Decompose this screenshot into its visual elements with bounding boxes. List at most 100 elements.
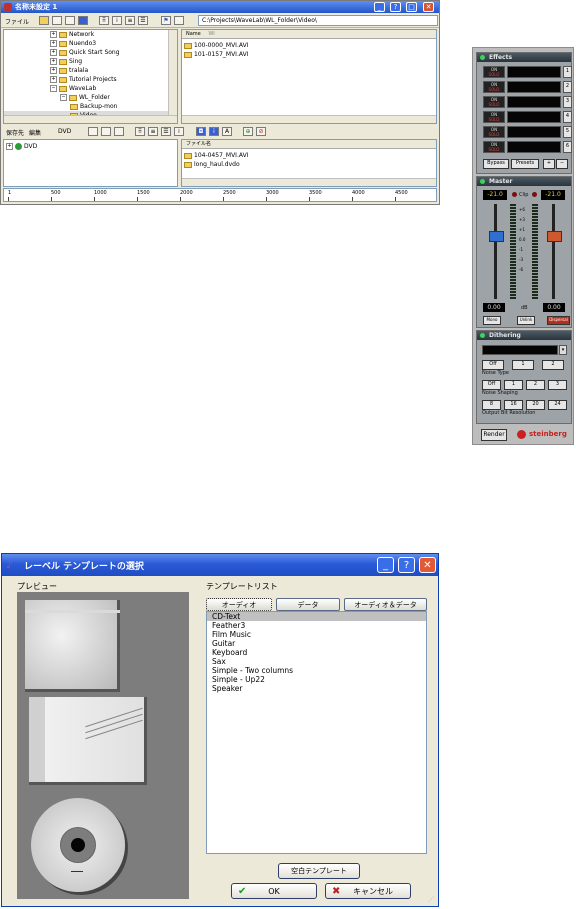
paste-icon[interactable] bbox=[114, 127, 124, 136]
effect-slot[interactable] bbox=[507, 81, 561, 93]
template-list-item[interactable]: Feather3 bbox=[207, 621, 426, 630]
resize-grip-icon[interactable]: ⋰ bbox=[428, 896, 437, 905]
edit-menu[interactable]: 編集 bbox=[29, 128, 41, 137]
effect-slot-number[interactable]: 6 bbox=[563, 141, 572, 153]
effect-on-solo-button[interactable]: ON SOLO bbox=[483, 141, 505, 153]
file-list-scrollbar[interactable] bbox=[182, 115, 436, 123]
dialog-minimize-button[interactable]: _ bbox=[377, 557, 394, 573]
new-document-icon[interactable] bbox=[174, 16, 184, 25]
dispersal-button[interactable]: Dispersal bbox=[547, 316, 570, 325]
mono-button[interactable]: Mono bbox=[483, 316, 501, 325]
effect-on-solo-button[interactable]: ON SOLO bbox=[483, 111, 505, 123]
tab-audio-data[interactable]: オーディオ＆データ bbox=[344, 598, 427, 611]
remove-icon[interactable]: ⊘ bbox=[256, 127, 266, 136]
tab-audio[interactable]: オーディオ bbox=[206, 598, 272, 611]
template-list-item[interactable]: Speaker bbox=[207, 684, 426, 693]
tree-item[interactable]: + Tutorial Projects bbox=[4, 75, 169, 84]
expand-icon[interactable]: − bbox=[60, 94, 67, 101]
master-led[interactable] bbox=[480, 179, 485, 184]
file-row[interactable]: 100-0000_MVI.AVI bbox=[184, 41, 248, 50]
dither-option-button[interactable]: Off bbox=[482, 360, 504, 370]
remove-effect-button[interactable]: − bbox=[556, 159, 568, 169]
tree-item[interactable]: Backup-mon bbox=[4, 102, 169, 111]
dialog-close-button[interactable]: ✕ bbox=[419, 557, 436, 573]
right-fader[interactable] bbox=[547, 230, 562, 242]
document-icon[interactable] bbox=[52, 16, 62, 25]
folder-action-icon[interactable] bbox=[88, 127, 98, 136]
column-name[interactable]: Name bbox=[186, 31, 201, 37]
template-list-item[interactable]: Keyboard bbox=[207, 648, 426, 657]
presets-button[interactable]: Presets bbox=[511, 159, 539, 169]
dvd-file-scrollbar[interactable] bbox=[182, 178, 436, 186]
dither-option-button[interactable]: 1 bbox=[512, 360, 534, 370]
dvd-tree-item[interactable]: + DVD bbox=[6, 142, 37, 151]
grid-view-icon[interactable] bbox=[78, 16, 88, 25]
file-list-header[interactable]: Name WI bbox=[182, 30, 436, 39]
dither-option-button[interactable]: 16 bbox=[504, 400, 523, 410]
dvd-file-row[interactable]: long_haul.dvdo bbox=[184, 160, 248, 169]
template-list-item[interactable]: CD-Text bbox=[207, 612, 426, 621]
clip-right-led[interactable] bbox=[532, 192, 537, 197]
title-bar[interactable]: 名称未設定 1 _ ? □ ✕ bbox=[1, 1, 439, 13]
info-icon[interactable]: i bbox=[209, 127, 219, 136]
effect-slot[interactable] bbox=[507, 141, 561, 153]
dvd-file-row[interactable]: 104-0457_MVI.AVI bbox=[184, 151, 248, 160]
expand-icon[interactable]: + bbox=[50, 31, 57, 38]
refresh-icon[interactable] bbox=[65, 16, 75, 25]
expand-icon[interactable]: − bbox=[50, 85, 57, 92]
details-view-icon[interactable]: ≡ bbox=[125, 16, 135, 25]
effect-slot[interactable] bbox=[507, 111, 561, 123]
open-folder-icon[interactable] bbox=[39, 16, 49, 25]
unlink-button[interactable]: Unlink bbox=[517, 316, 535, 325]
expand-icon[interactable]: + bbox=[6, 143, 13, 150]
dialog-help-button[interactable]: ? bbox=[398, 557, 415, 573]
list-icon[interactable]: ≡ bbox=[148, 127, 158, 136]
dither-option-button[interactable]: 24 bbox=[548, 400, 567, 410]
dither-option-button[interactable]: Off bbox=[482, 380, 501, 390]
tree-item[interactable]: + Nuendo3 bbox=[4, 39, 169, 48]
dither-option-button[interactable]: 20 bbox=[526, 400, 545, 410]
effect-slot-number[interactable]: 3 bbox=[563, 96, 572, 108]
file-menu[interactable]: ファイル bbox=[5, 17, 29, 26]
left-fader[interactable] bbox=[489, 230, 504, 242]
tree-vertical-scrollbar[interactable] bbox=[168, 30, 177, 115]
sort-icon[interactable]: ⠿ bbox=[135, 127, 145, 136]
add-icon[interactable]: ⊕ bbox=[243, 127, 253, 136]
expand-icon[interactable]: + bbox=[50, 67, 57, 74]
tree-item[interactable]: + Quick Start Song bbox=[4, 48, 169, 57]
tree-horizontal-scrollbar[interactable] bbox=[4, 115, 177, 123]
list-view-icon[interactable]: ⁞ bbox=[112, 16, 122, 25]
template-list-item[interactable]: Sax bbox=[207, 657, 426, 666]
tree-item[interactable]: + Network bbox=[4, 30, 169, 39]
tab-data[interactable]: データ bbox=[276, 598, 340, 611]
detail-list-icon[interactable]: ☰ bbox=[138, 16, 148, 25]
tree-item[interactable]: − WaveLab bbox=[4, 84, 169, 93]
render-button[interactable]: Render bbox=[481, 429, 507, 441]
small-icons-icon[interactable]: ⠿ bbox=[99, 16, 109, 25]
template-list-item[interactable]: Simple - Up22 bbox=[207, 675, 426, 684]
effect-on-solo-button[interactable]: ON SOLO bbox=[483, 81, 505, 93]
effect-slot-number[interactable]: 1 bbox=[563, 66, 572, 78]
cancel-button[interactable]: ✖ キャンセル bbox=[325, 883, 411, 899]
add-effect-button[interactable]: + bbox=[543, 159, 555, 169]
expand-icon[interactable]: + bbox=[50, 58, 57, 65]
maximize-button[interactable]: □ bbox=[406, 2, 417, 12]
dvd-file-header[interactable]: ファイル名 bbox=[182, 140, 436, 149]
effect-on-solo-button[interactable]: ON SOLO bbox=[483, 66, 505, 78]
copy-icon[interactable] bbox=[101, 127, 111, 136]
column-extra[interactable]: WI bbox=[208, 31, 214, 37]
dither-option-button[interactable]: 2 bbox=[542, 360, 564, 370]
effects-led[interactable] bbox=[480, 55, 485, 60]
camera-icon[interactable]: ◘ bbox=[196, 127, 206, 136]
dvd-menu[interactable]: DVD bbox=[58, 128, 71, 135]
template-list-item[interactable]: Guitar bbox=[207, 639, 426, 648]
clip-left-led[interactable] bbox=[512, 192, 517, 197]
expand-icon[interactable]: + bbox=[50, 49, 57, 56]
blank-template-button[interactable]: 空白テンプレート bbox=[278, 863, 360, 879]
expand-icon[interactable]: + bbox=[50, 40, 57, 47]
minimize-button[interactable]: _ bbox=[374, 2, 385, 12]
file-row[interactable]: 101-0157_MVI.AVI bbox=[184, 50, 248, 59]
dither-option-button[interactable]: 2 bbox=[526, 380, 545, 390]
effect-slot[interactable] bbox=[507, 126, 561, 138]
dither-option-button[interactable]: 1 bbox=[504, 380, 523, 390]
